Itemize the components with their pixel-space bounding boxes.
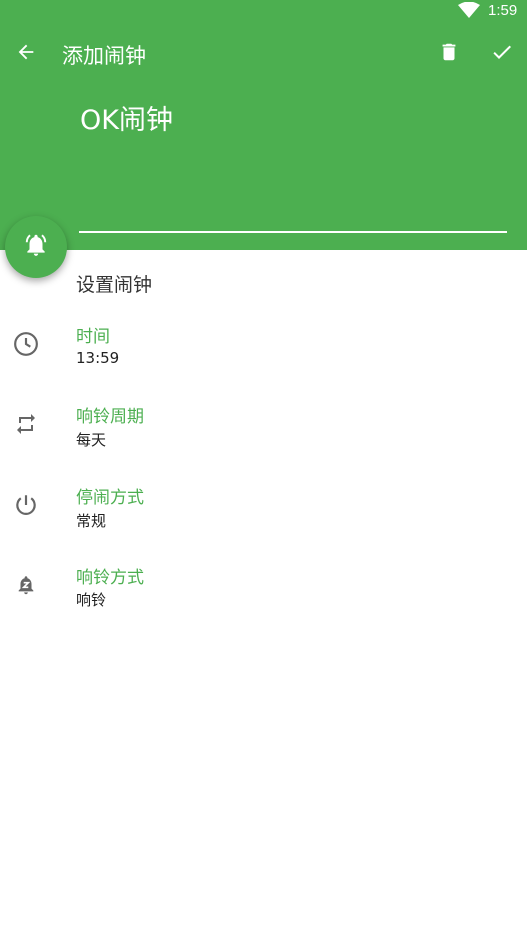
check-icon [490,40,514,68]
setting-title: 响铃方式 [76,568,144,588]
clock-icon [12,330,40,358]
setting-title: 停闹方式 [76,488,144,508]
repeat-icon [12,410,40,438]
page-title: 添加闹钟 [62,44,146,68]
setting-value: 13:59 [76,349,120,367]
delete-button[interactable] [429,34,469,74]
setting-row-repeat[interactable]: 响铃周期 每天 [0,398,527,470]
setting-value: 响铃 [76,591,107,609]
app-header: 1:59 添加闹钟 OK闹钟 [0,0,527,250]
arrow-back-icon [15,41,37,67]
setting-row-time[interactable]: 时间 13:59 [0,318,527,390]
power-icon [12,491,40,519]
snooze-bell-icon [12,571,40,599]
section-title: 设置闹钟 [76,274,153,296]
wifi-icon [458,1,480,18]
back-button[interactable] [6,34,46,74]
setting-row-stop-method[interactable]: 停闹方式 常规 [0,479,527,551]
alarm-name-field[interactable]: OK闹钟 [80,98,173,137]
trash-icon [438,40,460,68]
setting-value: 常规 [76,512,107,530]
setting-title: 时间 [76,327,110,347]
alarm-bell-icon [23,232,49,262]
alarm-name-underline [79,231,507,233]
setting-value: 每天 [76,431,107,449]
confirm-button[interactable] [482,34,522,74]
setting-row-ring-method[interactable]: 响铃方式 响铃 [0,559,527,631]
status-bar: 1:59 [0,0,527,24]
status-time: 1:59 [488,2,518,19]
alarm-fab-button[interactable] [5,216,67,278]
setting-title: 响铃周期 [76,407,144,427]
